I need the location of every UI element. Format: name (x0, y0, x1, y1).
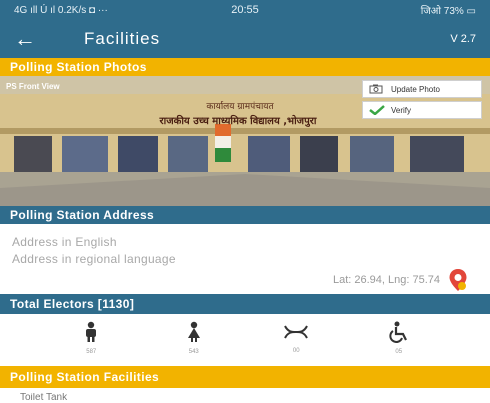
status-right: जिओ 73% ▭ (420, 6, 476, 17)
wheelchair-icon (388, 321, 410, 348)
elector-male-count: 587 (86, 349, 97, 355)
photos-section-title: Polling Station Photos (10, 60, 147, 74)
polling-station-photo[interactable]: कार्यालय ग्रामपंचायत राजकीय उच्च माध्यमि… (0, 76, 490, 206)
camera-icon (369, 84, 391, 94)
check-icon (369, 105, 391, 115)
status-left: 4G ıll Ú ıl 0.2K/s ◘ ··· (14, 4, 108, 16)
update-photo-label: Update Photo (391, 84, 440, 94)
electors-section-header: Total Electors [1130] (0, 294, 490, 314)
third-gender-icon (283, 322, 309, 347)
photos-section-header: Polling Station Photos (0, 58, 490, 76)
app-bar: ← Facilities V 2.7 (0, 20, 490, 58)
elector-male: 587 (71, 321, 111, 355)
facility-item[interactable]: Toilet Tank (0, 393, 490, 403)
sign-line-2: राजकीय उच्च माध्यमिक विद्यालय ,भोजपुरा (159, 114, 317, 127)
verify-label: Verify (391, 105, 412, 115)
status-time: 20:55 (231, 4, 259, 16)
address-panel: Address in English Address in regional l… (0, 224, 490, 294)
map-pin-icon[interactable] (448, 268, 468, 297)
page-title: Facilities (84, 29, 161, 48)
elector-third-gender-count: 00 (292, 348, 300, 354)
version-label: V 2.7 (450, 33, 476, 45)
photo-actions: Update Photo Verify (362, 80, 482, 122)
update-photo-button[interactable]: Update Photo (362, 80, 482, 98)
electors-section-title: Total Electors [1130] (10, 297, 135, 311)
arrow-left-icon[interactable]: ← (14, 28, 54, 50)
status-bar: 4G ıll Ú ıl 0.2K/s ◘ ··· 20:55 जिओ 73% ▭ (0, 0, 490, 20)
elector-disabled-count: 05 (395, 349, 403, 355)
facilities-section-title: Polling Station Facilities (10, 370, 160, 384)
address-english: Address in English (12, 235, 117, 249)
facility-item-label: Toilet Tank (20, 393, 68, 403)
address-regional: Address in regional language (12, 252, 176, 266)
male-icon (82, 321, 100, 348)
elector-female-count: 543 (188, 349, 199, 355)
facilities-section-header: Polling Station Facilities (0, 366, 490, 388)
photo-caption: PS Front View (6, 82, 60, 91)
electors-panel: 587 543 00 05 (0, 314, 490, 362)
address-section-title: Polling Station Address (10, 208, 155, 222)
verify-button[interactable]: Verify (362, 101, 482, 119)
elector-disabled: 05 (379, 321, 419, 355)
elector-female: 543 (174, 321, 214, 355)
lat-lng-readout: Lat: 26.94, Lng: 75.74 (332, 274, 440, 286)
elector-third-gender: 00 (276, 322, 316, 354)
sign-line-1: कार्यालय ग्रामपंचायत (206, 100, 274, 112)
address-section-header: Polling Station Address (0, 206, 490, 224)
female-icon (185, 321, 203, 348)
